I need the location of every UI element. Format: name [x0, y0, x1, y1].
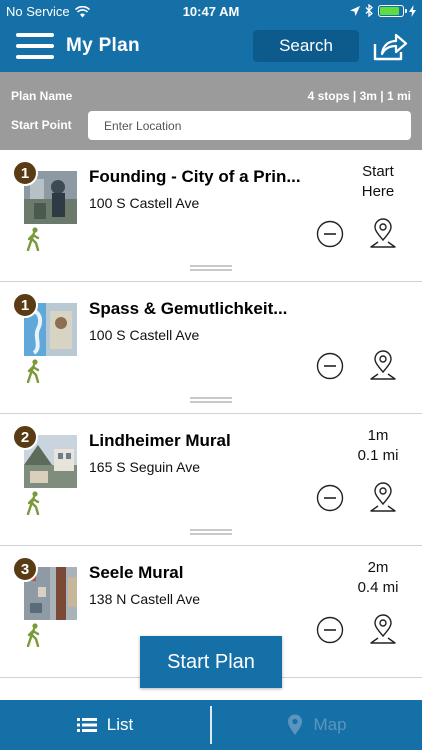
stop-address: 138 N Castell Ave: [89, 591, 201, 607]
remove-stop-icon[interactable]: [316, 616, 344, 644]
hamburger-icon[interactable]: [16, 31, 54, 61]
bluetooth-icon: [365, 4, 373, 17]
plan-name-label: Plan Name: [11, 89, 73, 103]
status-right: [350, 4, 416, 17]
stop-address: 100 S Castell Ave: [89, 195, 200, 211]
map-pin-icon[interactable]: [369, 218, 397, 250]
map-pin-icon[interactable]: [369, 350, 397, 382]
share-icon[interactable]: [372, 32, 408, 62]
stop-meta-line2: 0.1 mi: [357, 447, 399, 464]
tab-list[interactable]: List: [0, 700, 210, 750]
location-arrow-icon: [350, 5, 360, 16]
stop-meta-line2: 0.4 mi: [357, 579, 399, 596]
plan-header: Plan Name 4 stops | 3m | 1 mi Start Poin…: [0, 72, 422, 150]
stop-address: 165 S Seguin Ave: [89, 459, 201, 475]
stop-meta-line1: 1m: [367, 427, 389, 444]
stop-number-badge: 1: [12, 292, 38, 318]
page-title: My Plan: [66, 35, 140, 56]
list-icon: [76, 718, 97, 732]
start-location-input[interactable]: [88, 111, 411, 140]
drag-handle[interactable]: [190, 529, 232, 537]
remove-stop-icon[interactable]: [316, 484, 344, 512]
stop-address: 100 S Castell Ave: [89, 327, 200, 343]
stop-meta-line1: Start: [362, 163, 394, 180]
battery-level: [380, 6, 399, 15]
stop-meta: 2m 0.4 mi: [340, 558, 416, 598]
stop-meta-line2: Here: [361, 183, 395, 200]
stop-title[interactable]: Founding - City of a Prin...: [89, 167, 304, 187]
stop-title[interactable]: Seele Mural: [89, 563, 304, 583]
tab-list-label: List: [106, 715, 134, 734]
remove-stop-icon[interactable]: [316, 220, 344, 248]
start-point-label: Start Point: [11, 118, 72, 132]
nav-bar: My Plan Search: [0, 22, 422, 72]
status-bar: No Service 10:47 AM: [0, 0, 422, 22]
bottom-tab-bar: List Map: [0, 700, 422, 750]
drag-handle[interactable]: [190, 397, 232, 405]
stop-title[interactable]: Spass & Gemutlichkeit...: [89, 299, 304, 319]
tab-map-label: Map: [313, 715, 347, 734]
stop-meta: Start Here: [340, 162, 416, 202]
tab-map[interactable]: Map: [212, 700, 422, 750]
map-marker-icon: [288, 714, 303, 735]
list-item[interactable]: 2 Lindheimer Mural 165 S Seguin Ave 1m 0…: [0, 414, 422, 546]
walking-icon: [26, 227, 40, 251]
walking-icon: [26, 359, 40, 383]
stop-title[interactable]: Lindheimer Mural: [89, 431, 304, 451]
battery-icon: [378, 4, 407, 17]
drag-handle[interactable]: [190, 265, 232, 273]
plan-stats: 4 stops | 3m | 1 mi: [307, 89, 411, 103]
charging-icon: [409, 4, 416, 17]
walking-icon: [26, 623, 40, 647]
stop-meta: 1m 0.1 mi: [340, 426, 416, 466]
remove-stop-icon[interactable]: [316, 352, 344, 380]
start-plan-button[interactable]: Start Plan: [140, 636, 282, 688]
stop-meta-line1: 2m: [367, 559, 389, 576]
map-pin-icon[interactable]: [369, 614, 397, 646]
walking-icon: [26, 491, 40, 515]
map-pin-icon[interactable]: [369, 482, 397, 514]
stop-number-badge: 1: [12, 160, 38, 186]
list-item[interactable]: 1 Spass & Gemutlichkeit... 100 S Castell…: [0, 282, 422, 414]
stop-number-badge: 3: [12, 556, 38, 582]
stop-number-badge: 2: [12, 424, 38, 450]
list-item[interactable]: 1 Founding - City of a Prin... 100 S Cas…: [0, 150, 422, 282]
search-button[interactable]: Search: [253, 30, 359, 62]
